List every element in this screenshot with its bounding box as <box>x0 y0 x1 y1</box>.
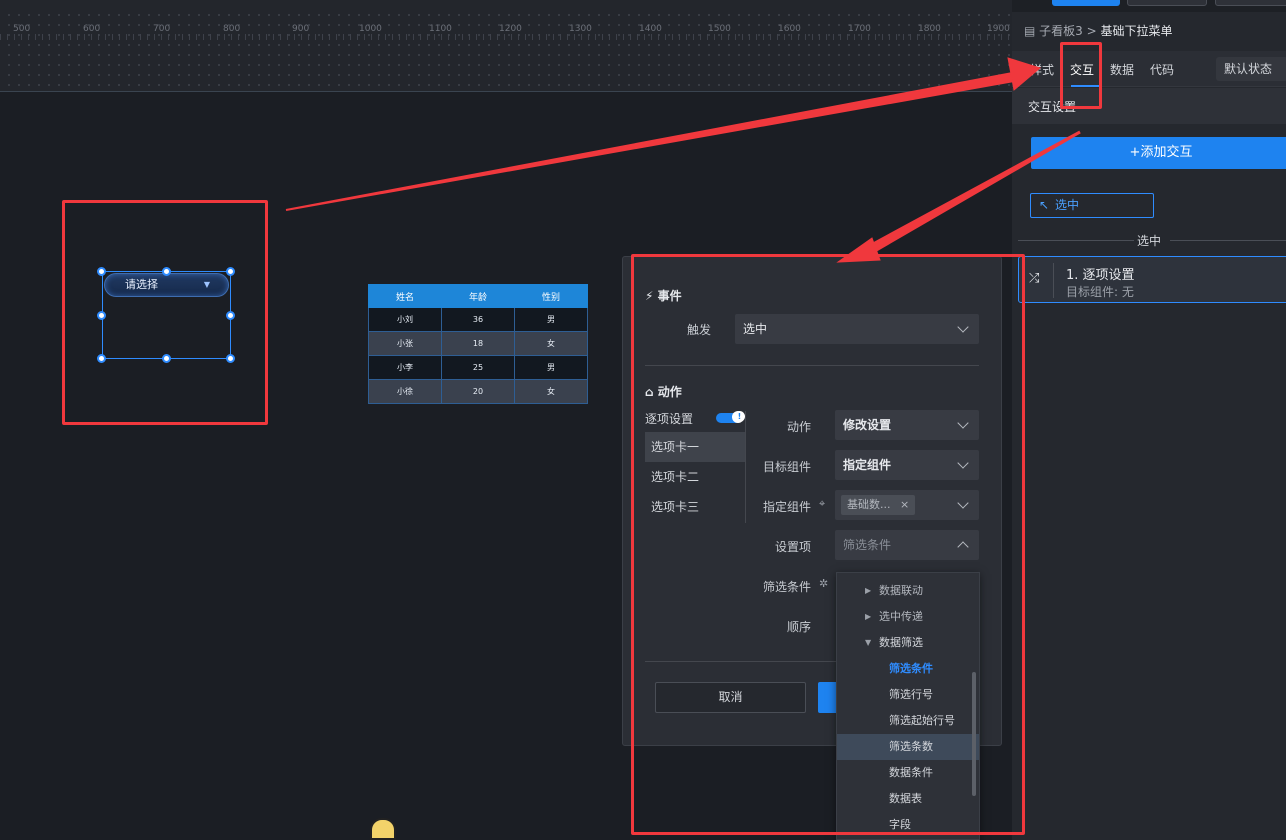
tab-code[interactable]: 代码 <box>1150 61 1174 78</box>
table-header-cell: 姓名 <box>368 284 442 308</box>
ruler-tick-label: 1000 <box>359 24 382 34</box>
ruler-tick-label: 700 <box>153 24 171 34</box>
table-cell: 25 <box>441 355 515 380</box>
ruler-tick-label: 1200 <box>499 24 522 34</box>
table-cell: 小徐 <box>368 379 442 404</box>
dropdown-component[interactable]: 请选择 ▼ <box>104 273 229 297</box>
panel-top-strip <box>1012 0 1286 12</box>
ruler-tick-label: 900 <box>292 24 310 34</box>
state-select[interactable]: 默认状态 <box>1216 57 1286 81</box>
ruler-tick-label: 1600 <box>778 24 801 34</box>
ruler-tick-label: 500 <box>13 24 31 34</box>
state-select-value: 默认状态 <box>1224 62 1273 76</box>
ruler-tick-label: 1700 <box>848 24 871 34</box>
breadcrumb-parent[interactable]: 子看板3 <box>1039 24 1083 38</box>
table-cell: 18 <box>441 331 515 356</box>
table-cell: 36 <box>441 307 515 332</box>
event-divider-label: 选中 <box>1012 232 1286 249</box>
table-cell: 男 <box>514 355 588 380</box>
horizontal-ruler: 500 600 700 800 900 1000 1100 1200 1300 … <box>0 12 1012 92</box>
top-primary-button[interactable] <box>1052 0 1120 6</box>
resize-handle[interactable] <box>97 311 106 320</box>
ruler-tick-label: 1900 <box>987 24 1010 34</box>
action-card[interactable]: ⤮ 1. 逐项设置 目标组件: 无 <box>1018 256 1286 303</box>
resize-handle[interactable] <box>97 354 106 363</box>
action-card-title: 1. 逐项设置 <box>1066 268 1135 283</box>
table-row: 小徐 20 女 <box>368 379 588 404</box>
ruler-tick-marks <box>0 34 1012 40</box>
card-separator <box>1053 263 1054 298</box>
tab-data[interactable]: 数据 <box>1110 61 1134 78</box>
breadcrumb-separator: > <box>1086 24 1097 38</box>
resize-handle[interactable] <box>226 267 235 276</box>
pointer-icon: ↖ <box>1039 198 1050 212</box>
resize-handle[interactable] <box>226 311 235 320</box>
resize-handle[interactable] <box>226 354 235 363</box>
add-interaction-button[interactable]: +添加交互 <box>1031 137 1286 169</box>
table-header-cell: 年龄 <box>441 284 515 308</box>
top-button[interactable] <box>1127 0 1207 6</box>
table-row: 小张 18 女 <box>368 331 588 356</box>
tab-style[interactable]: 样式 <box>1030 61 1054 78</box>
table-cell: 女 <box>514 379 588 404</box>
resize-handle[interactable] <box>162 267 171 276</box>
panel-tabs: 样式 交互 数据 代码 默认状态 <box>1012 51 1286 87</box>
property-panel: ▤ 子看板3 > 基础下拉菜单 样式 交互 数据 代码 默认状态 交互设置 +添… <box>1012 0 1286 840</box>
breadcrumb: ▤ 子看板3 > 基础下拉菜单 <box>1024 22 1173 39</box>
section-header: 交互设置 <box>1012 88 1286 124</box>
ruler-tick-label: 1400 <box>639 24 662 34</box>
mascot-figure <box>370 818 396 840</box>
dropdown-placeholder: 请选择 <box>125 278 158 291</box>
table-cell: 女 <box>514 331 588 356</box>
resize-handle[interactable] <box>162 354 171 363</box>
ruler-tick-label: 600 <box>83 24 101 34</box>
action-card-subtitle: 目标组件: 无 <box>1066 285 1134 299</box>
table-cell: 小刘 <box>368 307 442 332</box>
table-cell: 男 <box>514 307 588 332</box>
ruler-tick-label: 1500 <box>708 24 731 34</box>
ruler-tick-label: 1300 <box>569 24 592 34</box>
table-cell: 小李 <box>368 355 442 380</box>
table-row: 小李 25 男 <box>368 355 588 380</box>
ruler-tick-label: 1800 <box>918 24 941 34</box>
annotation-box-dialog <box>631 254 1025 835</box>
table-header-cell: 性别 <box>514 284 588 308</box>
annotation-box-tab <box>1060 42 1102 109</box>
resize-handle[interactable] <box>97 267 106 276</box>
table-header-row: 姓名 年龄 性别 <box>368 284 588 308</box>
event-tag-selected[interactable]: ↖ 选中 <box>1030 193 1154 218</box>
table-cell: 小张 <box>368 331 442 356</box>
breadcrumb-current: 基础下拉菜单 <box>1100 24 1173 38</box>
top-button[interactable] <box>1215 0 1286 6</box>
table-row: 小刘 36 男 <box>368 307 588 332</box>
data-table-component[interactable]: 姓名 年龄 性别 小刘 36 男 小张 18 女 小李 25 男 小徐 20 女 <box>368 284 588 404</box>
ruler-tick-label: 1100 <box>429 24 452 34</box>
chevron-down-icon: ▼ <box>203 280 210 289</box>
board-icon: ▤ <box>1024 24 1036 38</box>
top-toolbar <box>0 0 1012 12</box>
shuffle-icon: ⤮ <box>1029 271 1040 286</box>
ruler-tick-label: 800 <box>223 24 241 34</box>
table-cell: 20 <box>441 379 515 404</box>
event-tag-label: 选中 <box>1055 198 1080 212</box>
